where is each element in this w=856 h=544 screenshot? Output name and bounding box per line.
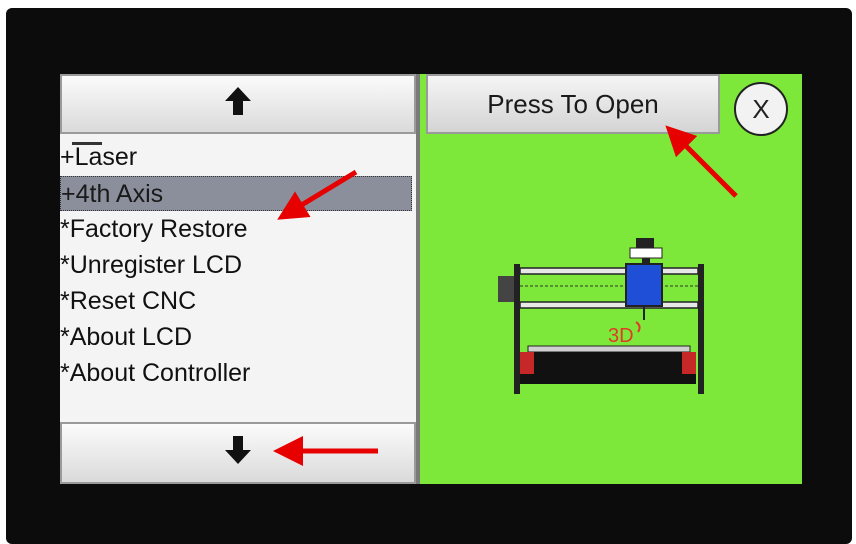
lcd-screen: +Laser +4th Axis *Factory Restore *Unreg… bbox=[60, 74, 802, 484]
menu-item-about-controller[interactable]: *About Controller bbox=[60, 356, 412, 391]
close-button[interactable]: X bbox=[734, 82, 788, 136]
arrow-down-icon bbox=[223, 433, 253, 473]
menu-item-reset-cnc[interactable]: *Reset CNC bbox=[60, 284, 412, 319]
preview-panel: Press To Open X 3D bbox=[420, 74, 802, 484]
machine-3d-label: 3D bbox=[608, 325, 634, 347]
menu-item-factory-restore[interactable]: *Factory Restore bbox=[60, 212, 412, 247]
menu-item-about-lcd[interactable]: *About LCD bbox=[60, 320, 412, 355]
menu-item-4th-axis[interactable]: +4th Axis bbox=[60, 176, 412, 211]
scroll-down-button[interactable] bbox=[60, 422, 416, 484]
menu-panel: +Laser +4th Axis *Factory Restore *Unreg… bbox=[60, 74, 416, 484]
menu-item-unregister-lcd[interactable]: *Unregister LCD bbox=[60, 248, 412, 283]
arrow-up-icon bbox=[223, 84, 253, 124]
press-to-open-button[interactable]: Press To Open bbox=[426, 74, 720, 134]
menu-item-laser[interactable]: +Laser bbox=[60, 140, 412, 175]
cnc-machine-icon: 3D bbox=[498, 238, 704, 394]
menu-list: +Laser +4th Axis *Factory Restore *Unreg… bbox=[60, 138, 416, 418]
scroll-up-button[interactable] bbox=[60, 74, 416, 134]
